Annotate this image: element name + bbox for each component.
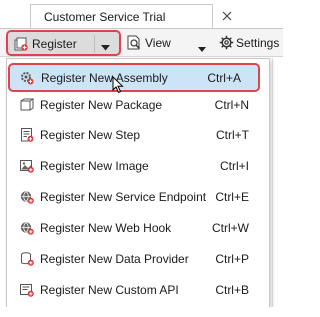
- menu-item-shortcut: Ctrl+T: [216, 128, 249, 142]
- settings-label: Settings: [236, 36, 280, 50]
- menu-item-label: Register New Web Hook: [40, 221, 172, 235]
- menu-item-shortcut: Ctrl+E: [215, 190, 249, 204]
- register-button[interactable]: Register: [6, 30, 121, 56]
- menu-item-register-new-assembly[interactable]: Register New Assembly Ctrl+A: [8, 63, 260, 92]
- menu-item-label: Register New Data Provider: [40, 252, 189, 266]
- tab-title: Customer Service Trial: [44, 10, 166, 24]
- menu-item-label: Register New Step: [40, 128, 141, 142]
- close-icon[interactable]: [220, 9, 234, 23]
- register-dropdown-menu: Register New Assembly Ctrl+A Register Ne…: [6, 58, 270, 308]
- menu-item-register-new-data-provider[interactable]: Register New Data Provider Ctrl+P: [7, 244, 269, 273]
- chevron-down-icon[interactable]: [101, 40, 110, 54]
- service-endpoint-icon: [20, 190, 34, 204]
- web-hook-icon: [20, 221, 34, 235]
- menu-item-label: Register New Custom API: [40, 283, 179, 297]
- step-icon: [20, 128, 34, 142]
- data-provider-icon: [20, 252, 34, 266]
- split-divider: [94, 35, 95, 53]
- register-label: Register: [32, 37, 77, 51]
- assembly-icon: [20, 71, 34, 85]
- menu-item-shortcut: Ctrl+B: [215, 283, 249, 297]
- view-icon: [127, 35, 142, 54]
- menu-item-label: Register New Assembly: [41, 71, 168, 85]
- view-dropdown-chevron-icon[interactable]: [198, 41, 206, 55]
- menu-item-register-new-custom-api[interactable]: Register New Custom API Ctrl+B: [7, 275, 269, 304]
- background-panel: [272, 58, 283, 317]
- tab-customer-service-trial[interactable]: Customer Service Trial: [30, 4, 232, 28]
- view-label: View: [145, 36, 171, 50]
- gear-icon: [219, 35, 234, 53]
- package-icon: [20, 98, 35, 112]
- menu-item-register-new-step[interactable]: Register New Step Ctrl+T: [7, 120, 269, 149]
- menu-item-register-new-package[interactable]: Register New Package Ctrl+N: [7, 90, 269, 119]
- background-bottom: [0, 307, 283, 317]
- toolbar: Register View Settings: [0, 28, 283, 57]
- menu-item-label: Register New Package: [40, 98, 163, 112]
- menu-item-register-new-service-endpoint[interactable]: Register New Service Endpoint Ctrl+E: [7, 182, 269, 211]
- menu-item-shortcut: Ctrl+W: [212, 221, 249, 235]
- menu-item-label: Register New Image: [40, 159, 149, 173]
- menu-item-register-new-web-hook[interactable]: Register New Web Hook Ctrl+W: [7, 213, 269, 242]
- menu-item-shortcut: Ctrl+N: [214, 98, 249, 112]
- image-icon: [20, 159, 34, 173]
- mouse-pointer-icon: [112, 75, 124, 94]
- register-plugin-icon: [14, 37, 28, 51]
- menu-item-shortcut: Ctrl+I: [219, 159, 249, 173]
- menu-item-register-new-image[interactable]: Register New Image Ctrl+I: [7, 151, 269, 180]
- menu-item-shortcut: Ctrl+P: [215, 252, 249, 266]
- menu-item-shortcut: Ctrl+A: [207, 71, 241, 85]
- custom-api-icon: [20, 283, 34, 297]
- menu-item-label: Register New Service Endpoint: [40, 190, 207, 204]
